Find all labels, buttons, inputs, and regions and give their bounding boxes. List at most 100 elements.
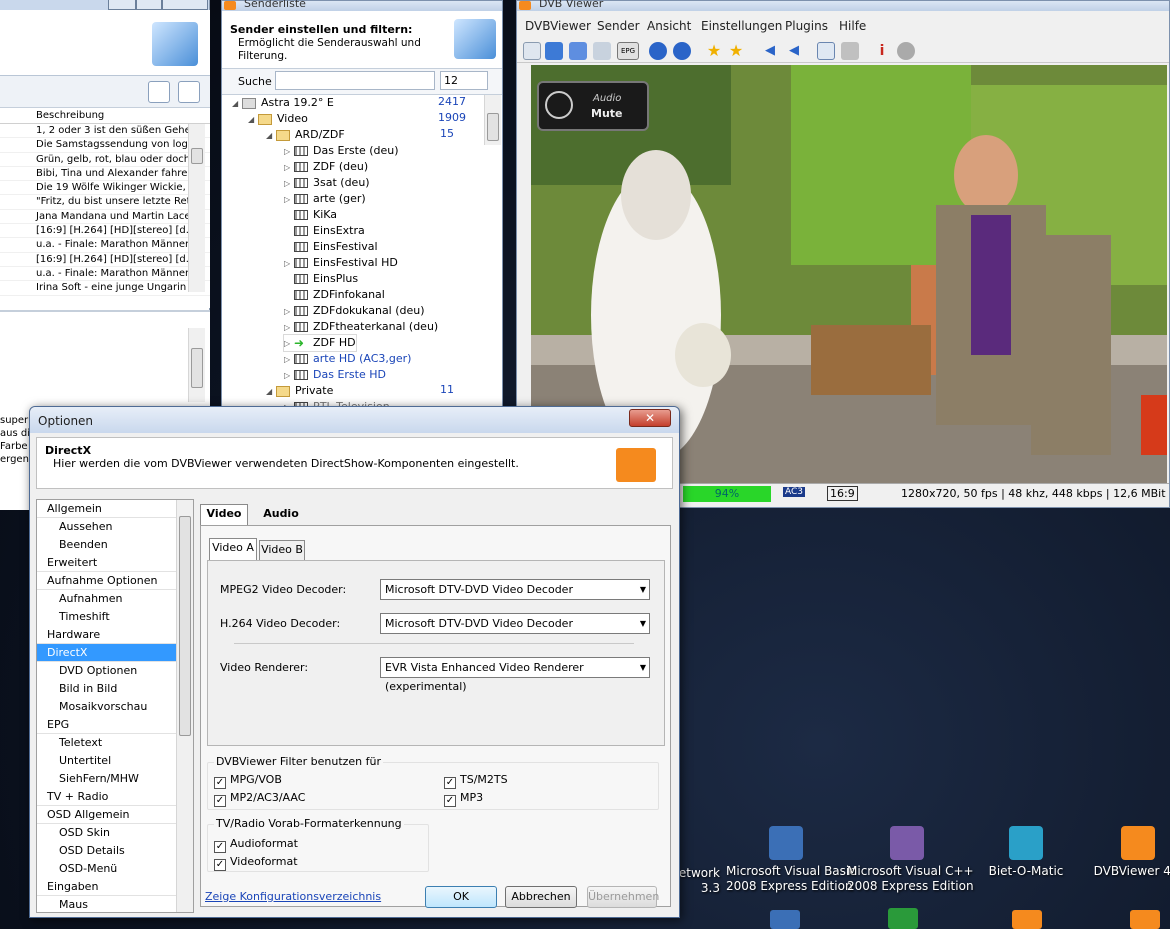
info-icon[interactable]: i xyxy=(873,42,891,60)
expand-arrow-icon[interactable]: ▷ xyxy=(284,336,294,352)
ok-button[interactable]: OK xyxy=(425,886,497,908)
nav-item-aussehen[interactable]: Aussehen xyxy=(37,518,177,536)
video-renderer-select[interactable]: EVR Vista Enhanced Video Renderer (exper… xyxy=(380,657,650,693)
nav-item-siehfern-mhw[interactable]: SiehFern/MHW xyxy=(37,770,177,788)
nav-item-osd-details[interactable]: OSD Details xyxy=(37,842,177,860)
nav-item-eingaben[interactable]: Eingaben xyxy=(37,878,177,896)
tab-audio[interactable]: Audio xyxy=(252,504,310,524)
tree-node-channel[interactable]: ▷ EinsFestival HD xyxy=(284,255,398,271)
column-header[interactable]: Beschreibung xyxy=(0,108,210,124)
nav-item-maus[interactable]: Maus xyxy=(37,896,177,912)
expand-arrow-icon[interactable]: ▷ xyxy=(284,368,294,384)
expand-arrow-icon[interactable]: ▷ xyxy=(284,144,294,160)
tab-video[interactable]: Video xyxy=(200,504,248,526)
nav-item-dvd-optionen[interactable]: DVD Optionen xyxy=(37,662,177,680)
nav-item-epg[interactable]: EPG xyxy=(37,716,177,734)
expand-arrow-icon[interactable]: ▷ xyxy=(284,352,294,368)
tree-node-channel[interactable]: ▷ 3sat (deu) xyxy=(284,175,370,191)
nav-item-timeshift[interactable]: Timeshift xyxy=(37,608,177,626)
tree-node-channel[interactable]: ▷ Das Erste (deu) xyxy=(284,143,399,159)
menu-sender[interactable]: Sender xyxy=(597,19,640,33)
nav-item-erweitert[interactable]: Erweitert xyxy=(37,554,177,572)
nav-item-mosaikvorschau[interactable]: Mosaikvorschau xyxy=(37,698,177,716)
table-row[interactable]: u.a. - Finale: Marathon Männer xyxy=(0,267,210,282)
table-row[interactable]: [16:9] [H.264] [HD][stereo] [d. xyxy=(0,253,210,267)
tree-node-channel[interactable]: EinsPlus xyxy=(284,271,358,287)
fullscreen-icon[interactable] xyxy=(545,42,563,60)
desktop-icon-partial[interactable] xyxy=(770,910,800,929)
search-input[interactable] xyxy=(275,71,435,90)
table-row[interactable]: Bibi, Tina und Alexander fahrer xyxy=(0,167,210,182)
scrollbar[interactable] xyxy=(188,124,205,292)
expand-arrow-icon[interactable]: ▷ xyxy=(284,192,294,208)
close-button[interactable]: ✕ xyxy=(629,409,671,427)
filter-mp3-checkbox[interactable]: ✓ MP3 xyxy=(444,791,483,807)
menu-plugins[interactable]: Plugins xyxy=(785,19,828,33)
filter-mpg-vob-checkbox[interactable]: ✓ MPG/VOB xyxy=(214,773,282,789)
scrollbar[interactable] xyxy=(188,328,205,402)
search-count-field[interactable]: 12 xyxy=(440,71,488,90)
expand-arrow-icon[interactable]: ▷ xyxy=(284,320,294,336)
config-directory-link[interactable]: Zeige Konfigurationsverzeichnis xyxy=(205,890,381,903)
table-row[interactable]: [16:9] [H.264] [HD][stereo] [d. xyxy=(0,224,210,239)
tree-node-satellite[interactable]: ◢ Astra 19.2° E xyxy=(232,95,334,111)
h264-decoder-select[interactable]: Microsoft DTV-DVD Video Decoder ▼ xyxy=(380,613,650,634)
expand-arrow-icon[interactable]: ▷ xyxy=(284,304,294,320)
minimize-button[interactable] xyxy=(108,0,136,10)
tree-node-channel[interactable]: ▷ arte (ger) xyxy=(284,191,366,207)
mute-toggle-icon[interactable] xyxy=(817,42,835,60)
nav-item-tv-radio[interactable]: TV + Radio xyxy=(37,788,177,806)
filter-ts-m2ts-checkbox[interactable]: ✓ TS/M2TS xyxy=(444,773,508,789)
expand-arrow-icon[interactable]: ▷ xyxy=(284,256,294,272)
subtab-video-b[interactable]: Video B xyxy=(259,540,305,560)
nav-item-allgemein[interactable]: Allgemein xyxy=(37,500,177,518)
desktop-icon-dvbviewer[interactable]: DVBViewer 4.2 xyxy=(1088,826,1170,879)
maximize-button[interactable] xyxy=(136,0,162,10)
osd-icon[interactable] xyxy=(593,42,611,60)
tree-node-channel[interactable]: ▷ arte HD (AC3,ger) xyxy=(284,351,411,367)
scrollbar[interactable] xyxy=(176,500,193,912)
table-row[interactable]: Die Samstagssendung von logo xyxy=(0,138,210,153)
desktop-icon-vb2008[interactable]: Microsoft Visual Basic 2008 Express Edit… xyxy=(726,826,856,894)
videoformat-checkbox[interactable]: ✓ Videoformat xyxy=(214,855,298,871)
nav-item-osd-skin[interactable]: OSD Skin xyxy=(37,824,177,842)
record-icon[interactable] xyxy=(897,42,915,60)
table-row[interactable]: Jana Mandana und Martin Lace xyxy=(0,210,210,225)
table-row[interactable]: Irina Soft - eine junge Ungarin xyxy=(0,281,210,296)
tree-node-channel[interactable]: EinsExtra xyxy=(284,223,365,239)
mpeg2-decoder-select[interactable]: Microsoft DTV-DVD Video Decoder ▼ xyxy=(380,579,650,600)
tree-node-ard-zdf[interactable]: ◢ ARD/ZDF xyxy=(266,127,345,143)
tree-node-channel[interactable]: ▷ ➜ ZDF HD xyxy=(283,334,357,352)
dvbviewer-icon[interactable] xyxy=(1012,910,1042,929)
apply-button[interactable]: Übernehmen xyxy=(587,886,659,908)
close-button[interactable] xyxy=(162,0,208,10)
nav-item-osd-allgemein[interactable]: OSD Allgemein xyxy=(37,806,177,824)
tree-node-video[interactable]: ◢ Video xyxy=(248,111,308,127)
epg-button[interactable]: EPG xyxy=(617,42,639,60)
menu-dvbviewer[interactable]: DVBViewer xyxy=(525,19,591,33)
nav-item-aufnahme-optionen[interactable]: Aufnahme Optionen xyxy=(37,572,177,590)
filter-mp2-ac3-aac-checkbox[interactable]: ✓ MP2/AC3/AAC xyxy=(214,791,305,807)
desktop-mode-icon[interactable] xyxy=(569,42,587,60)
nav-item-directx[interactable]: DirectX xyxy=(37,644,177,662)
table-row[interactable]: Grün, gelb, rot, blau oder doch xyxy=(0,153,210,167)
tree-node-channel[interactable]: ▷ ZDF (deu) xyxy=(284,159,368,175)
tree-node-channel[interactable]: ▷ ZDFtheaterkanal (deu) xyxy=(284,319,438,335)
clock-icon[interactable] xyxy=(148,81,170,103)
tree-node-channel[interactable]: ▷ Das Erste HD xyxy=(284,367,386,383)
nav-item-osd-men-[interactable]: OSD-Menü xyxy=(37,860,177,878)
nav-item-aufnahmen[interactable]: Aufnahmen xyxy=(37,590,177,608)
desktop-icon-vc2008[interactable]: Microsoft Visual C++ 2008 Express Editio… xyxy=(847,826,974,894)
volume-up-icon[interactable]: ◀ xyxy=(785,42,803,60)
table-row[interactable]: 1, 2 oder 3 ist den süßen Gehei xyxy=(0,124,210,139)
tree-node-channel[interactable]: EinsFestival xyxy=(284,239,378,255)
desktop-icon-bietomatic[interactable]: Biet-O-Matic xyxy=(966,826,1086,879)
tree-node-private[interactable]: ◢ Private xyxy=(266,383,333,399)
nav-item-teletext[interactable]: Teletext xyxy=(37,734,177,752)
mp3-icon[interactable] xyxy=(888,908,918,929)
tree-node-channel[interactable]: KiKa xyxy=(284,207,337,223)
audioformat-checkbox[interactable]: ✓ Audioformat xyxy=(214,837,298,853)
table-row[interactable]: "Fritz, du bist unsere letzte Ret xyxy=(0,195,210,210)
settings-wrench-icon[interactable] xyxy=(841,42,859,60)
volume-down-icon[interactable]: ◀ xyxy=(761,42,779,60)
